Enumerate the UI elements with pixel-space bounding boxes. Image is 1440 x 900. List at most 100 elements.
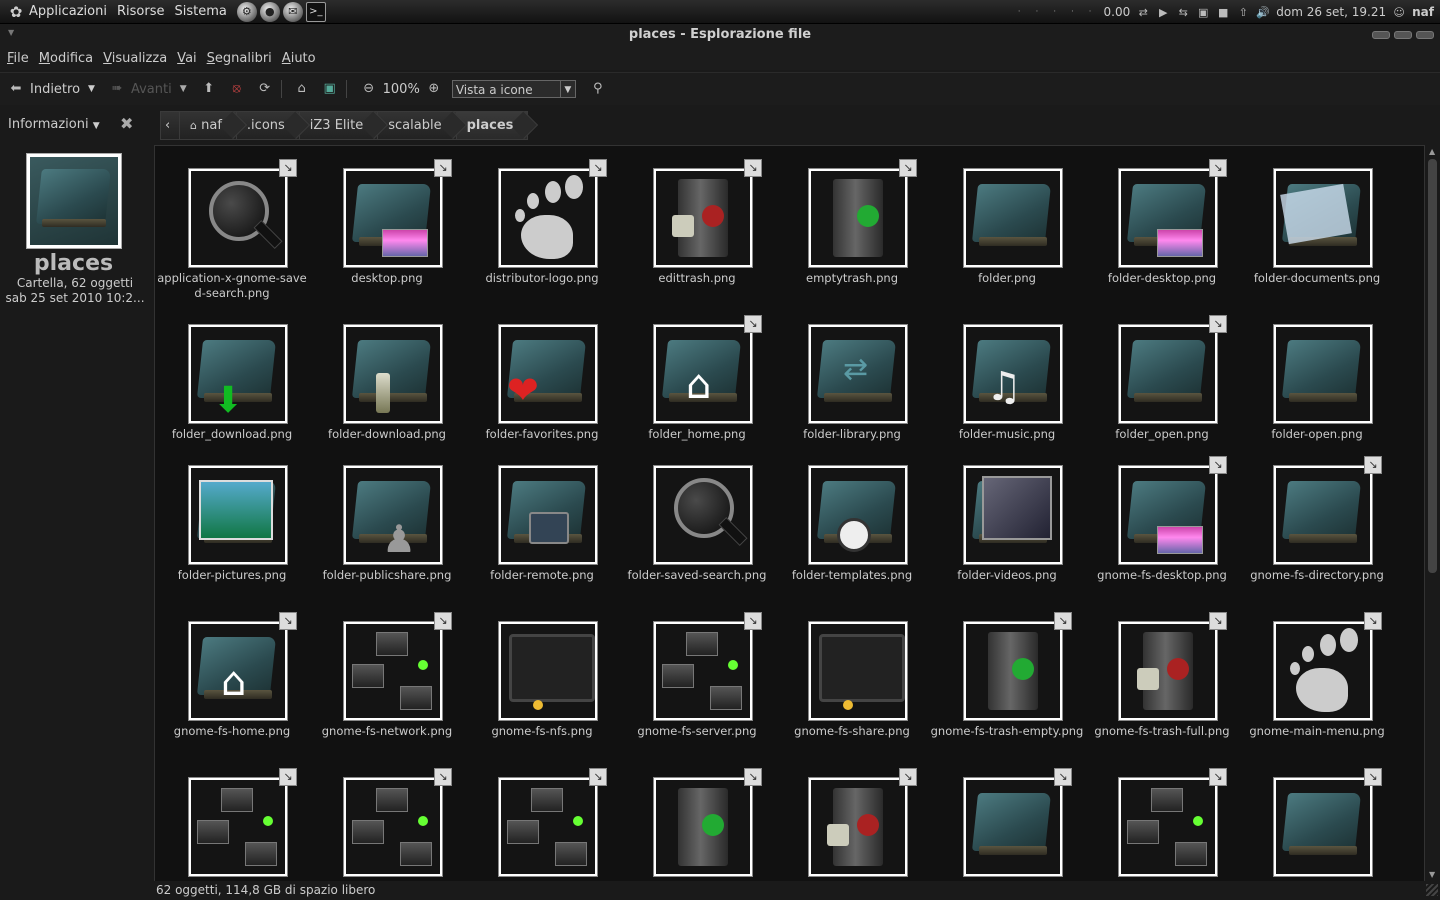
- file-thumbnail[interactable]: ⇄: [808, 324, 908, 424]
- gnome-foot-icon[interactable]: ✿: [6, 2, 26, 22]
- file-thumbnail[interactable]: [963, 621, 1063, 721]
- file-item-item-34[interactable]: ↘: [465, 755, 619, 882]
- up-button[interactable]: ⬆: [201, 81, 217, 97]
- file-thumbnail[interactable]: ⌂: [188, 621, 288, 721]
- file-thumbnail[interactable]: ❤: [498, 324, 598, 424]
- file-item-folder-desktop[interactable]: ↘ folder-desktop.png: [1085, 146, 1239, 302]
- file-item-gnome-main-menu[interactable]: ↘ gnome-main-menu.png: [1240, 599, 1394, 755]
- file-thumbnail[interactable]: [1273, 324, 1373, 424]
- file-thumbnail[interactable]: [188, 168, 288, 268]
- file-thumbnail[interactable]: [498, 465, 598, 565]
- scrollbar-thumb[interactable]: [1428, 159, 1437, 573]
- file-item-gnome-fs-trash-empty[interactable]: ↘ gnome-fs-trash-empty.png: [930, 599, 1084, 755]
- file-item-item-39[interactable]: ↘: [1240, 755, 1394, 882]
- menu-visualizza[interactable]: Visualizza: [103, 51, 167, 66]
- menu-segnalibri[interactable]: Segnalibri: [207, 51, 272, 66]
- file-item-folder-open[interactable]: folder-open.png: [1240, 302, 1394, 458]
- menu-file[interactable]: File: [7, 51, 29, 66]
- chevron-down-icon[interactable]: ▼: [180, 84, 187, 94]
- applet-icon[interactable]: ▣: [1196, 5, 1210, 19]
- breadcrumb-item-places[interactable]: places: [455, 111, 529, 140]
- file-thumbnail[interactable]: [498, 168, 598, 268]
- file-item-gnome-fs-directory[interactable]: ↘ gnome-fs-directory.png: [1240, 443, 1394, 599]
- file-item-emptytrash[interactable]: ↘ emptytrash.png: [775, 146, 929, 302]
- file-item-folder-open[interactable]: ↘ folder_open.png: [1085, 302, 1239, 458]
- file-item-item-33[interactable]: ↘: [310, 755, 464, 882]
- file-item-folder-music[interactable]: ♫ folder-music.png: [930, 302, 1084, 458]
- file-item-folder-videos[interactable]: folder-videos.png: [930, 443, 1084, 599]
- file-item-item-32[interactable]: ↘: [155, 755, 309, 882]
- file-item-folder-remote[interactable]: folder-remote.png: [465, 443, 619, 599]
- file-thumbnail[interactable]: ⬇: [188, 324, 288, 424]
- minimize-button[interactable]: [1372, 31, 1390, 39]
- file-item-folder[interactable]: folder.png: [930, 146, 1084, 302]
- file-item-desktop[interactable]: ↘ desktop.png: [310, 146, 464, 302]
- file-thumbnail[interactable]: [1118, 621, 1218, 721]
- file-item-item-36[interactable]: ↘: [775, 755, 929, 882]
- file-thumbnail[interactable]: [653, 465, 753, 565]
- file-item-item-37[interactable]: ↘: [930, 755, 1084, 882]
- forward-button[interactable]: ➠ Avanti ▼: [109, 81, 187, 97]
- menu-applicazioni[interactable]: Applicazioni: [29, 4, 107, 19]
- file-item-gnome-fs-network[interactable]: ↘ gnome-fs-network.png: [310, 599, 464, 755]
- file-thumbnail[interactable]: [808, 777, 908, 877]
- file-thumbnail[interactable]: [808, 621, 908, 721]
- menu-vai[interactable]: Vai: [177, 51, 196, 66]
- file-thumbnail[interactable]: [963, 777, 1063, 877]
- file-thumbnail[interactable]: [963, 465, 1063, 565]
- zoom-level[interactable]: 100%: [383, 82, 420, 97]
- workspace-dots[interactable]: · · · · ·: [1018, 7, 1098, 17]
- file-item-folder-documents[interactable]: folder-documents.png: [1240, 146, 1394, 302]
- close-button[interactable]: [1416, 31, 1434, 39]
- clock[interactable]: dom 26 set, 19.21: [1276, 5, 1386, 19]
- launcher-settings-icon[interactable]: ⚙: [236, 1, 257, 22]
- file-thumbnail[interactable]: [498, 777, 598, 877]
- resize-grip[interactable]: [1426, 884, 1438, 896]
- file-thumbnail[interactable]: [1118, 324, 1218, 424]
- file-thumbnail[interactable]: [1273, 465, 1373, 565]
- breadcrumb-item-naf[interactable]: ⌂ naf: [179, 111, 237, 140]
- file-thumbnail[interactable]: ♟: [343, 465, 443, 565]
- file-item-gnome-fs-trash-full[interactable]: ↘ gnome-fs-trash-full.png: [1085, 599, 1239, 755]
- back-button[interactable]: ⬅ Indietro ▼: [8, 81, 95, 97]
- file-thumbnail[interactable]: [808, 168, 908, 268]
- breadcrumb-scroll-left[interactable]: ‹: [160, 111, 180, 140]
- file-thumbnail[interactable]: [1118, 777, 1218, 877]
- repeat-icon[interactable]: ⇆: [1176, 5, 1190, 19]
- user-icon[interactable]: ☺: [1392, 5, 1406, 19]
- view-mode-select[interactable]: Vista a icone ▼: [451, 80, 576, 98]
- chevron-down-icon[interactable]: ▼: [88, 84, 95, 94]
- file-thumbnail[interactable]: [343, 324, 443, 424]
- file-thumbnail[interactable]: [1273, 621, 1373, 721]
- file-item-folder-templates[interactable]: folder-templates.png: [775, 443, 929, 599]
- file-thumbnail[interactable]: [188, 465, 288, 565]
- sidebar-mode-select[interactable]: Informazioni ▼: [8, 117, 100, 132]
- breadcrumb-item-iz3-elite[interactable]: iZ3 Elite: [298, 111, 379, 140]
- file-thumbnail[interactable]: [1273, 168, 1373, 268]
- updates-icon[interactable]: ⇧: [1236, 5, 1250, 19]
- shuffle-icon[interactable]: ⇄: [1136, 5, 1150, 19]
- stop-button[interactable]: ⦻: [229, 81, 245, 97]
- reload-button[interactable]: ⟳: [257, 81, 273, 97]
- file-item-edittrash[interactable]: ↘ edittrash.png: [620, 146, 774, 302]
- maximize-button[interactable]: [1394, 31, 1412, 39]
- zoom-out-button[interactable]: ⊖: [361, 81, 377, 97]
- file-item-folder-saved-search[interactable]: folder-saved-search.png: [620, 443, 774, 599]
- file-item-gnome-fs-home[interactable]: ⌂ ↘ gnome-fs-home.png: [155, 599, 309, 755]
- launcher-mail-icon[interactable]: ✉: [282, 1, 303, 22]
- volume-icon[interactable]: 🔊: [1256, 5, 1270, 19]
- file-item-distributor-logo[interactable]: ↘ distributor-logo.png: [465, 146, 619, 302]
- launcher-terminal-icon[interactable]: >_: [305, 1, 326, 22]
- file-thumbnail[interactable]: ♫: [963, 324, 1063, 424]
- file-thumbnail[interactable]: [188, 777, 288, 877]
- computer-button[interactable]: ▣: [322, 81, 338, 97]
- file-thumbnail[interactable]: ⌂: [653, 324, 753, 424]
- window-titlebar[interactable]: ▼ places - Esplorazione file: [0, 24, 1440, 46]
- icon-view[interactable]: ↘ application-x-gnome-saved-search.png ↘ de…: [154, 145, 1425, 882]
- breadcrumb-item-scalable[interactable]: scalable: [377, 111, 457, 140]
- file-item-folder-download[interactable]: ⬇ folder_download.png: [155, 302, 309, 458]
- scroll-up-icon[interactable]: ▲: [1429, 147, 1435, 156]
- file-item-gnome-fs-desktop[interactable]: ↘ gnome-fs-desktop.png: [1085, 443, 1239, 599]
- file-thumbnail[interactable]: [1118, 465, 1218, 565]
- file-thumbnail[interactable]: [498, 621, 598, 721]
